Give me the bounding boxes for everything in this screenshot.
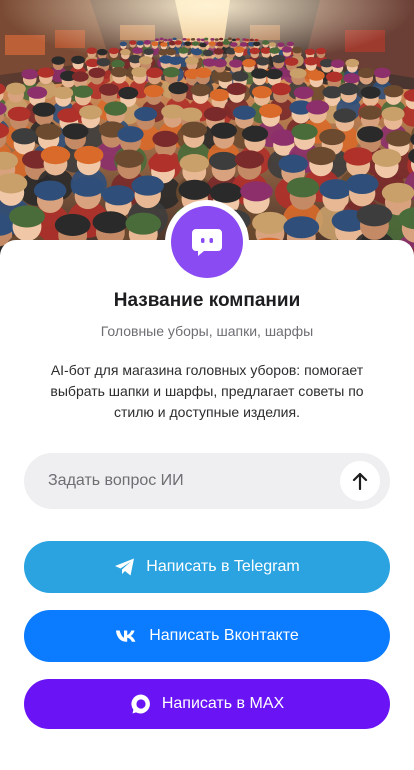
chat-bot-icon <box>192 229 222 256</box>
telegram-button-label: Написать в Telegram <box>146 558 300 575</box>
vk-button-label: Написать Вконтакте <box>149 627 299 644</box>
max-button-label: Написать в MAX <box>161 695 285 712</box>
max-button[interactable]: Написать в MAX <box>24 679 390 729</box>
ask-ai-box <box>24 453 390 509</box>
max-icon <box>130 693 152 715</box>
page: Название компании Головные уборы, шапки,… <box>0 0 414 770</box>
telegram-button[interactable]: Написать в Telegram <box>24 541 390 593</box>
company-name: Название компании <box>113 290 301 311</box>
arrow-up-icon <box>352 472 368 490</box>
vk-icon <box>115 629 139 643</box>
vk-button[interactable]: Написать Вконтакте <box>24 610 390 662</box>
telegram-icon <box>114 557 136 577</box>
company-description: AI-бот для магазина головных уборов: пом… <box>50 362 364 420</box>
company-tagline: Головные уборы, шапки, шарфы <box>100 323 314 339</box>
send-button[interactable] <box>340 461 380 501</box>
bot-avatar <box>171 206 243 278</box>
avatar <box>165 200 249 284</box>
ask-ai-input[interactable] <box>24 453 324 509</box>
